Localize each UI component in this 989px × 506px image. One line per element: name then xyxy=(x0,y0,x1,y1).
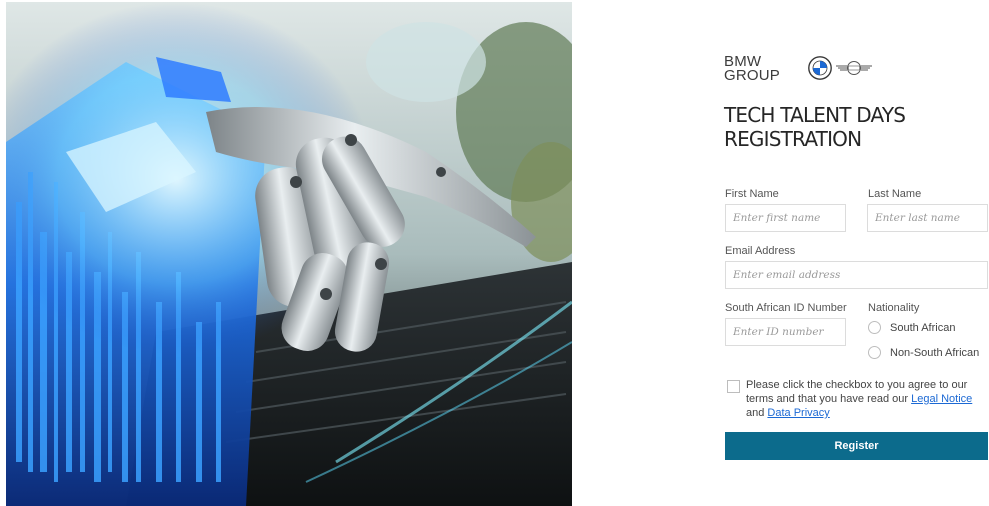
page-title: TECH TALENT DAYS REGISTRATION xyxy=(724,103,964,151)
radio-label-south-african: South African xyxy=(890,321,956,334)
title-line1: TECH TALENT DAYS xyxy=(724,103,906,127)
robot-hand-illustration xyxy=(6,2,572,506)
hero-image xyxy=(6,2,572,506)
legal-notice-link[interactable]: Legal Notice xyxy=(911,393,972,405)
mini-logo-icon xyxy=(836,61,872,75)
id-number-label: South African ID Number xyxy=(725,302,847,314)
bmw-roundel-icon xyxy=(808,56,832,80)
nationality-label: Nationality xyxy=(868,302,920,314)
id-number-field[interactable] xyxy=(725,318,846,346)
consent-checkbox[interactable] xyxy=(727,380,740,393)
title-line2: REGISTRATION xyxy=(724,127,862,151)
consent-text-between: and xyxy=(746,407,768,419)
radio-label-non-south-african: Non-South African xyxy=(890,346,980,359)
register-button[interactable]: Register xyxy=(725,432,988,460)
first-name-label: First Name xyxy=(725,188,779,200)
nationality-option-non-south-african[interactable]: Non-South African xyxy=(868,346,979,359)
first-name-field[interactable] xyxy=(725,204,846,232)
bmw-group-logo: BMW GROUP xyxy=(724,54,784,84)
brand-logos: BMW GROUP xyxy=(724,52,872,86)
last-name-field[interactable] xyxy=(867,204,988,232)
email-label: Email Address xyxy=(725,245,796,257)
radio-south-african[interactable] xyxy=(868,321,881,334)
bmw-group-line2: GROUP xyxy=(724,67,781,84)
radio-non-south-african[interactable] xyxy=(868,346,881,359)
email-field[interactable] xyxy=(725,261,988,289)
consent-text: Please click the checkbox to you agree t… xyxy=(746,378,989,420)
data-privacy-link[interactable]: Data Privacy xyxy=(767,407,829,419)
last-name-label: Last Name xyxy=(868,188,922,200)
nationality-option-south-african[interactable]: South African xyxy=(868,321,955,334)
